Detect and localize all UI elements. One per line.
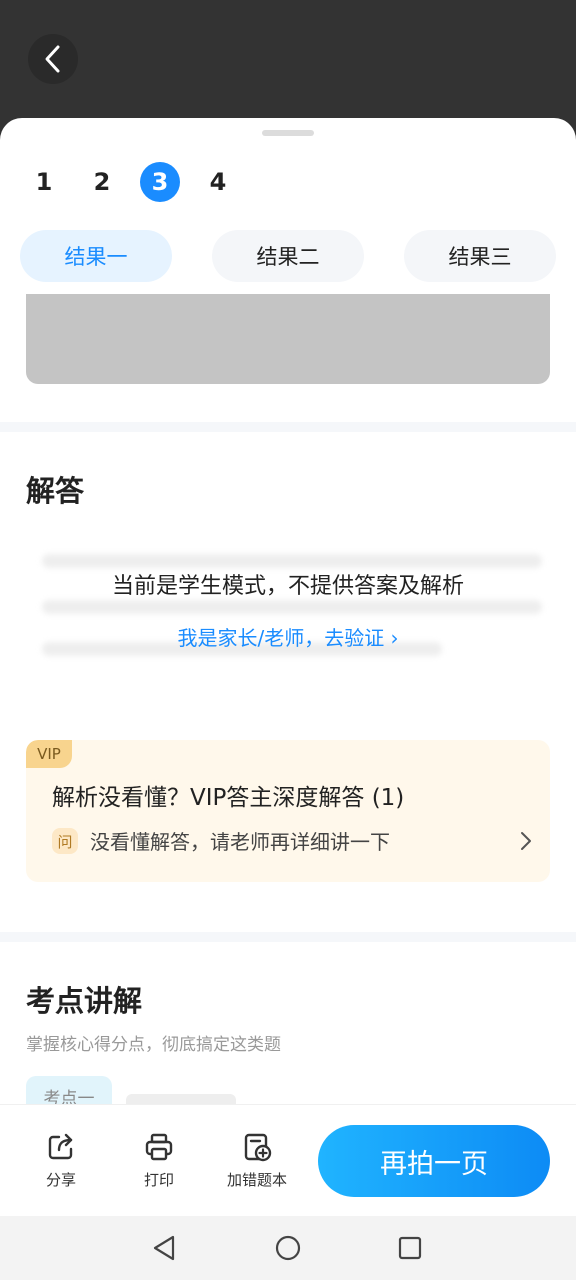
section-divider [0,422,576,432]
vip-card-title: 解析没看懂？VIP答主深度解答 (1) [52,785,405,811]
back-button[interactable] [28,34,78,84]
drag-handle[interactable] [262,130,314,136]
question-image-placeholder [26,294,550,384]
section-divider [0,932,576,942]
page-1-button[interactable]: 1 [24,162,64,202]
result-tabs: 结果一 结果二 结果三 [20,230,576,282]
page-4-button[interactable]: 4 [198,162,238,202]
vip-answer-card[interactable]: VIP 解析没看懂？VIP答主深度解答 (1) 问 没看懂解答，请老师再详细讲一… [26,740,550,882]
circle-home-icon [275,1235,301,1261]
knowledge-section-subtitle: 掌握核心得分点，彻底搞定这类题 [26,1035,281,1055]
nav-home-button[interactable] [272,1232,304,1264]
blurred-answer-line [42,554,542,568]
print-label: 打印 [143,1171,174,1189]
nav-back-button[interactable] [148,1232,180,1264]
triangle-back-icon [153,1235,175,1261]
page-selector: 1 2 3 4 [24,162,256,202]
shoot-again-button[interactable]: 再拍一页 [318,1125,550,1197]
printer-icon [145,1133,173,1161]
share-icon [48,1133,73,1160]
add-wrong-book-label: 加错题本 [226,1171,287,1189]
blurred-answer-line [42,600,542,614]
ask-icon: 问 [52,828,78,854]
student-mode-notice: 当前是学生模式，不提供答案及解析 [111,574,464,599]
tab-result-2[interactable]: 结果二 [212,230,364,282]
chevron-right-icon [514,826,538,856]
square-recents-icon [398,1236,422,1260]
print-button[interactable]: 打印 [114,1131,204,1197]
add-wrong-book-button[interactable]: 加错题本 [212,1131,302,1197]
vip-badge: VIP [26,740,72,768]
tab-result-1[interactable]: 结果一 [20,230,172,282]
page-3-button[interactable]: 3 [140,162,180,202]
nav-recents-button[interactable] [394,1232,426,1264]
vip-card-subtitle: 没看懂解答，请老师再详细讲一下 [90,830,390,854]
page-2-button[interactable]: 2 [82,162,122,202]
share-label: 分享 [45,1171,76,1189]
system-nav-bar [0,1216,576,1280]
tab-result-3[interactable]: 结果三 [404,230,556,282]
answer-section-title: 解答 [26,474,85,508]
top-bar [0,0,576,130]
share-button[interactable]: 分享 [16,1131,106,1197]
bottom-toolbar: 分享 打印 加错题本 再拍一页 [0,1104,576,1216]
wrong-book-add-icon [244,1133,272,1162]
chevron-left-icon [45,45,60,73]
verify-parent-teacher-link[interactable]: 我是家长/老师，去验证 › [0,622,576,651]
knowledge-section-title: 考点讲解 [26,984,143,1018]
